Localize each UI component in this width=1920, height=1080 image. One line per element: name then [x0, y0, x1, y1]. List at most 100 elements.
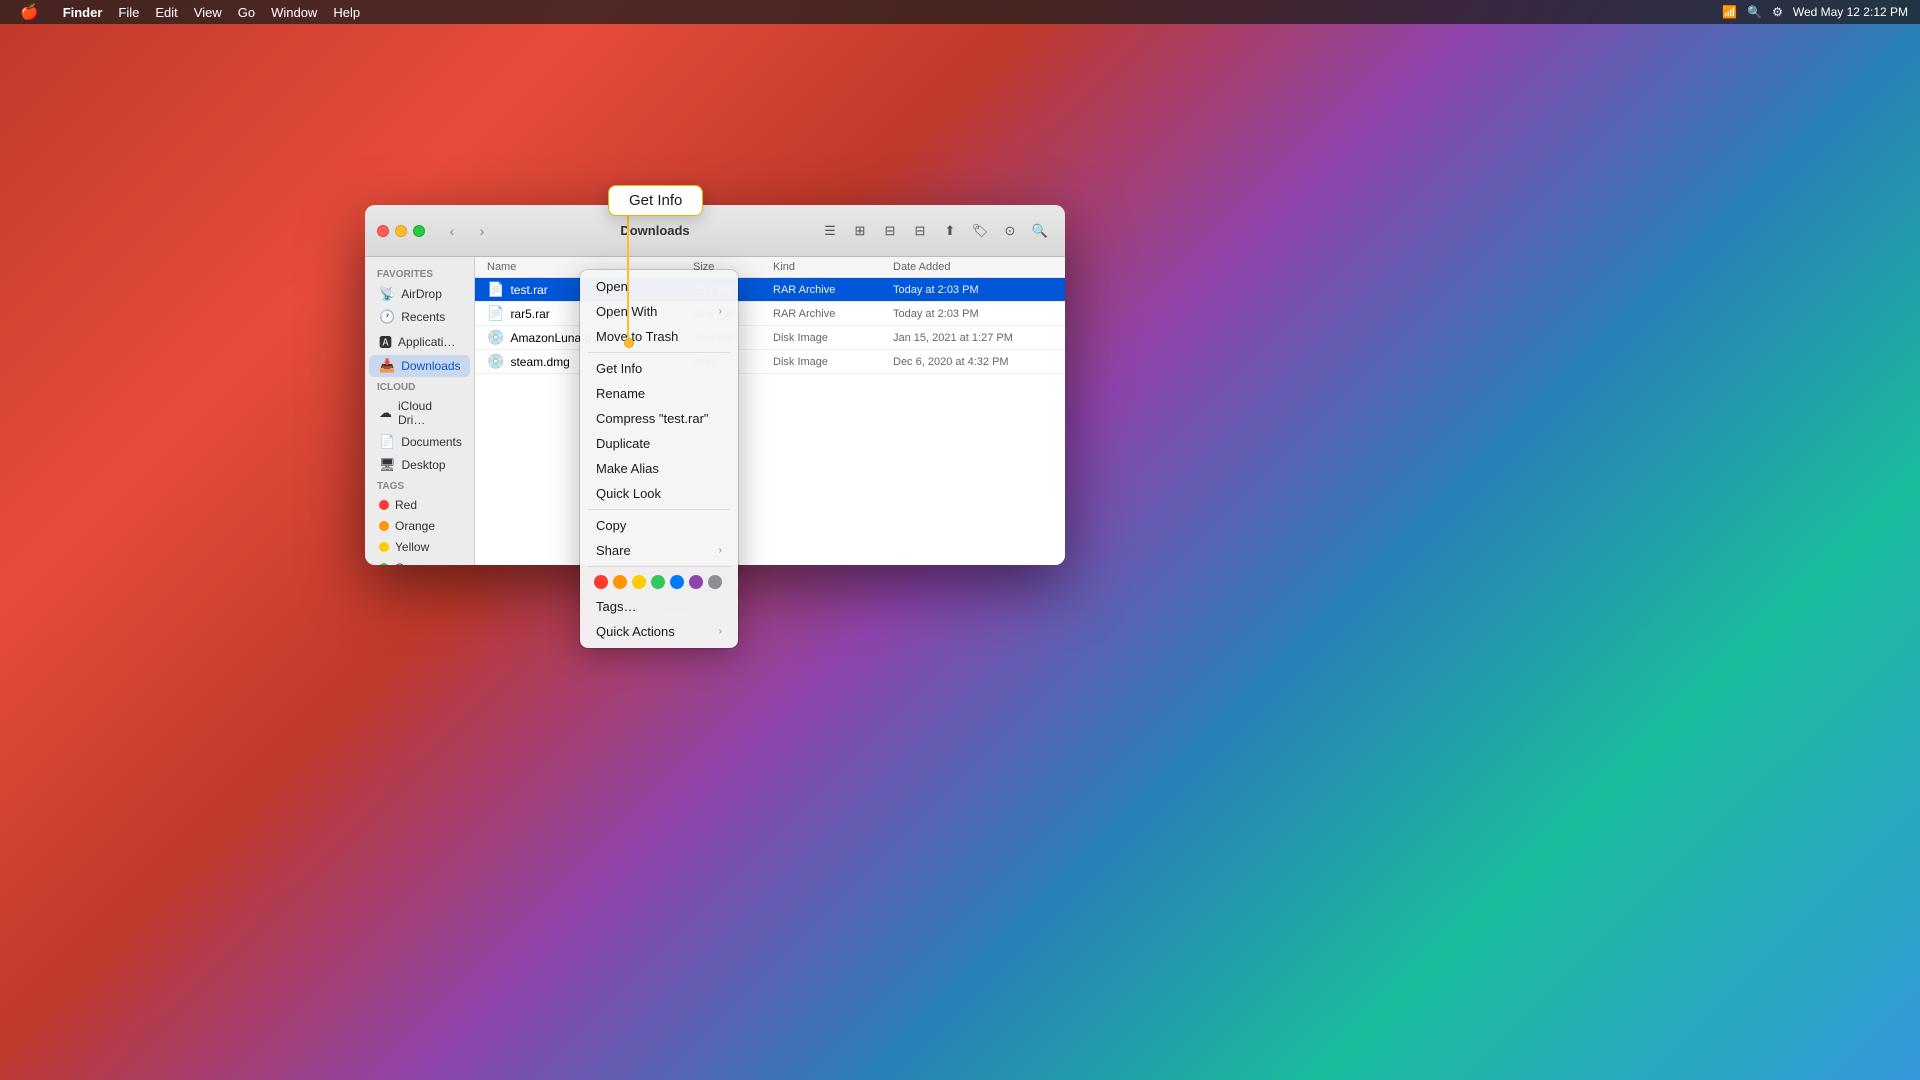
ctx-tag-blue[interactable] — [670, 575, 684, 589]
ctx-item-move-to-trash[interactable]: Move to Trash — [582, 324, 736, 349]
sidebar-item-downloads[interactable]: 📥 Downloads — [369, 355, 470, 377]
menubar-go[interactable]: Go — [230, 0, 263, 24]
ctx-item-open-with[interactable]: Open With › — [582, 299, 736, 324]
file-row-0[interactable]: 📄 test.rar 35.7 MB RAR Archive Today at … — [475, 278, 1065, 302]
actions-button[interactable]: ⊙ — [997, 220, 1023, 242]
finder-toolbar: ‹ › Downloads ☰ ⊞ ⊟ ⊟ ⬆ 🏷 ⊙ 🔍 — [365, 205, 1065, 257]
finder-window-title: Downloads — [501, 223, 809, 238]
file-row-2[interactable]: 💿 AmazonLuna.d… 16.8 MB Disk Image Jan 1… — [475, 326, 1065, 350]
file-icon-1: 📄 — [487, 305, 504, 322]
file-date-3: Dec 6, 2020 at 4:32 PM — [893, 356, 1053, 368]
ctx-item-get-info[interactable]: Get Info — [582, 356, 736, 381]
forward-button[interactable]: › — [471, 220, 493, 242]
file-icon-0: 📄 — [487, 281, 504, 298]
menubar-right: 📶 🔍 ⚙ Wed May 12 2:12 PM — [1722, 5, 1908, 19]
ctx-make-alias-label: Make Alias — [596, 461, 659, 476]
tag-button[interactable]: 🏷 — [967, 220, 993, 242]
airdrop-icon: 📡 — [379, 286, 395, 302]
applications-icon: 🅰 — [379, 332, 392, 351]
sidebar-item-airdrop[interactable]: 📡 AirDrop — [369, 283, 470, 305]
sidebar-item-applications-label: Applicati… — [398, 335, 455, 349]
share-button[interactable]: ⬆ — [937, 220, 963, 242]
ctx-item-rename[interactable]: Rename — [582, 381, 736, 406]
datetime: Wed May 12 2:12 PM — [1793, 5, 1908, 19]
ctx-item-duplicate[interactable]: Duplicate — [582, 431, 736, 456]
col-date: Date Added — [893, 261, 1053, 273]
back-button[interactable]: ‹ — [441, 220, 463, 242]
tag-red-dot — [379, 500, 389, 510]
finder-content: Name Size Kind Date Added 📄 test.rar 35.… — [475, 257, 1065, 565]
file-list-header: Name Size Kind Date Added — [475, 257, 1065, 278]
menubar: 🍎 Finder File Edit View Go Window Help 📶… — [0, 0, 1920, 24]
sidebar-item-applications[interactable]: 🅰 Applicati… — [369, 329, 470, 354]
traffic-lights — [377, 225, 425, 237]
sidebar-item-tag-orange[interactable]: Orange — [369, 516, 470, 536]
ctx-copy-label: Copy — [596, 518, 626, 533]
ctx-share-label: Share — [596, 543, 631, 558]
file-icon-3: 💿 — [487, 353, 504, 370]
file-name-1: rar5.rar — [510, 307, 549, 321]
file-date-1: Today at 2:03 PM — [893, 308, 1053, 320]
context-menu: Open Open With › Move to Trash Get Info … — [580, 270, 738, 648]
sidebar-item-desktop[interactable]: 🖥 Desktop — [369, 454, 470, 476]
ctx-item-open[interactable]: Open — [582, 274, 736, 299]
tag-yellow-dot — [379, 542, 389, 552]
sidebar-item-downloads-label: Downloads — [401, 359, 460, 373]
sidebar-item-tag-orange-label: Orange — [395, 519, 435, 533]
get-info-tooltip: Get Info — [608, 185, 703, 216]
ctx-tag-yellow[interactable] — [632, 575, 646, 589]
apple-menu[interactable]: 🍎 — [12, 0, 47, 24]
gallery-view-button[interactable]: ⊟ — [907, 220, 933, 242]
close-button[interactable] — [377, 225, 389, 237]
icloud-drive-icon: ☁ — [379, 405, 392, 421]
ctx-item-copy[interactable]: Copy — [582, 513, 736, 538]
column-view-button[interactable]: ⊟ — [877, 220, 903, 242]
ctx-tag-gray[interactable] — [708, 575, 722, 589]
search-button[interactable]: 🔍 — [1027, 220, 1053, 242]
sidebar-item-tag-yellow-label: Yellow — [395, 540, 429, 554]
file-date-2: Jan 15, 2021 at 1:27 PM — [893, 332, 1053, 344]
sidebar-item-documents-label: Documents — [401, 435, 462, 449]
menubar-finder[interactable]: Finder — [55, 0, 111, 24]
sidebar-item-documents[interactable]: 📄 Documents — [369, 431, 470, 453]
ctx-tag-purple[interactable] — [689, 575, 703, 589]
ctx-compress-label: Compress "test.rar" — [596, 411, 709, 426]
menubar-window[interactable]: Window — [263, 0, 325, 24]
sidebar-item-icloud-drive[interactable]: ☁ iCloud Dri… — [369, 396, 470, 430]
ctx-item-make-alias[interactable]: Make Alias — [582, 456, 736, 481]
maximize-button[interactable] — [413, 225, 425, 237]
sidebar-item-tag-red[interactable]: Red — [369, 495, 470, 515]
get-info-tooltip-label: Get Info — [629, 192, 682, 209]
ctx-item-compress[interactable]: Compress "test.rar" — [582, 406, 736, 431]
menubar-help[interactable]: Help — [325, 0, 368, 24]
ctx-item-quick-actions[interactable]: Quick Actions › — [582, 619, 736, 644]
ctx-item-share[interactable]: Share › — [582, 538, 736, 563]
file-row-1[interactable]: 📄 rar5.rar 51.6 MB RAR Archive Today at … — [475, 302, 1065, 326]
col-kind: Kind — [773, 261, 893, 273]
search-icon[interactable]: 🔍 — [1747, 5, 1762, 19]
ctx-rename-label: Rename — [596, 386, 645, 401]
ctx-tags-row — [580, 570, 738, 594]
minimize-button[interactable] — [395, 225, 407, 237]
file-row-3[interactable]: 💿 steam.dmg 4 MB Disk Image Dec 6, 2020 … — [475, 350, 1065, 374]
menubar-view[interactable]: View — [186, 0, 230, 24]
ctx-item-tags[interactable]: Tags… — [582, 594, 736, 619]
sidebar-item-tag-green[interactable]: Green — [369, 558, 470, 565]
ctx-item-quick-look[interactable]: Quick Look — [582, 481, 736, 506]
ctx-share-arrow: › — [719, 545, 722, 556]
ctx-open-with-arrow: › — [719, 306, 722, 317]
menubar-edit[interactable]: Edit — [147, 0, 185, 24]
ctx-tag-orange[interactable] — [613, 575, 627, 589]
recents-icon: 🕐 — [379, 309, 395, 325]
tag-green-dot — [379, 563, 389, 565]
grid-view-button[interactable]: ⊞ — [847, 220, 873, 242]
sidebar-item-tag-yellow[interactable]: Yellow — [369, 537, 470, 557]
wifi-icon[interactable]: 📶 — [1722, 5, 1737, 19]
ctx-tag-green[interactable] — [651, 575, 665, 589]
control-center-icon[interactable]: ⚙ — [1772, 5, 1783, 19]
list-view-button[interactable]: ☰ — [817, 220, 843, 242]
sidebar-item-recents[interactable]: 🕐 Recents — [369, 306, 470, 328]
menubar-file[interactable]: File — [110, 0, 147, 24]
ctx-quick-actions-arrow: › — [719, 626, 722, 637]
ctx-tag-red[interactable] — [594, 575, 608, 589]
